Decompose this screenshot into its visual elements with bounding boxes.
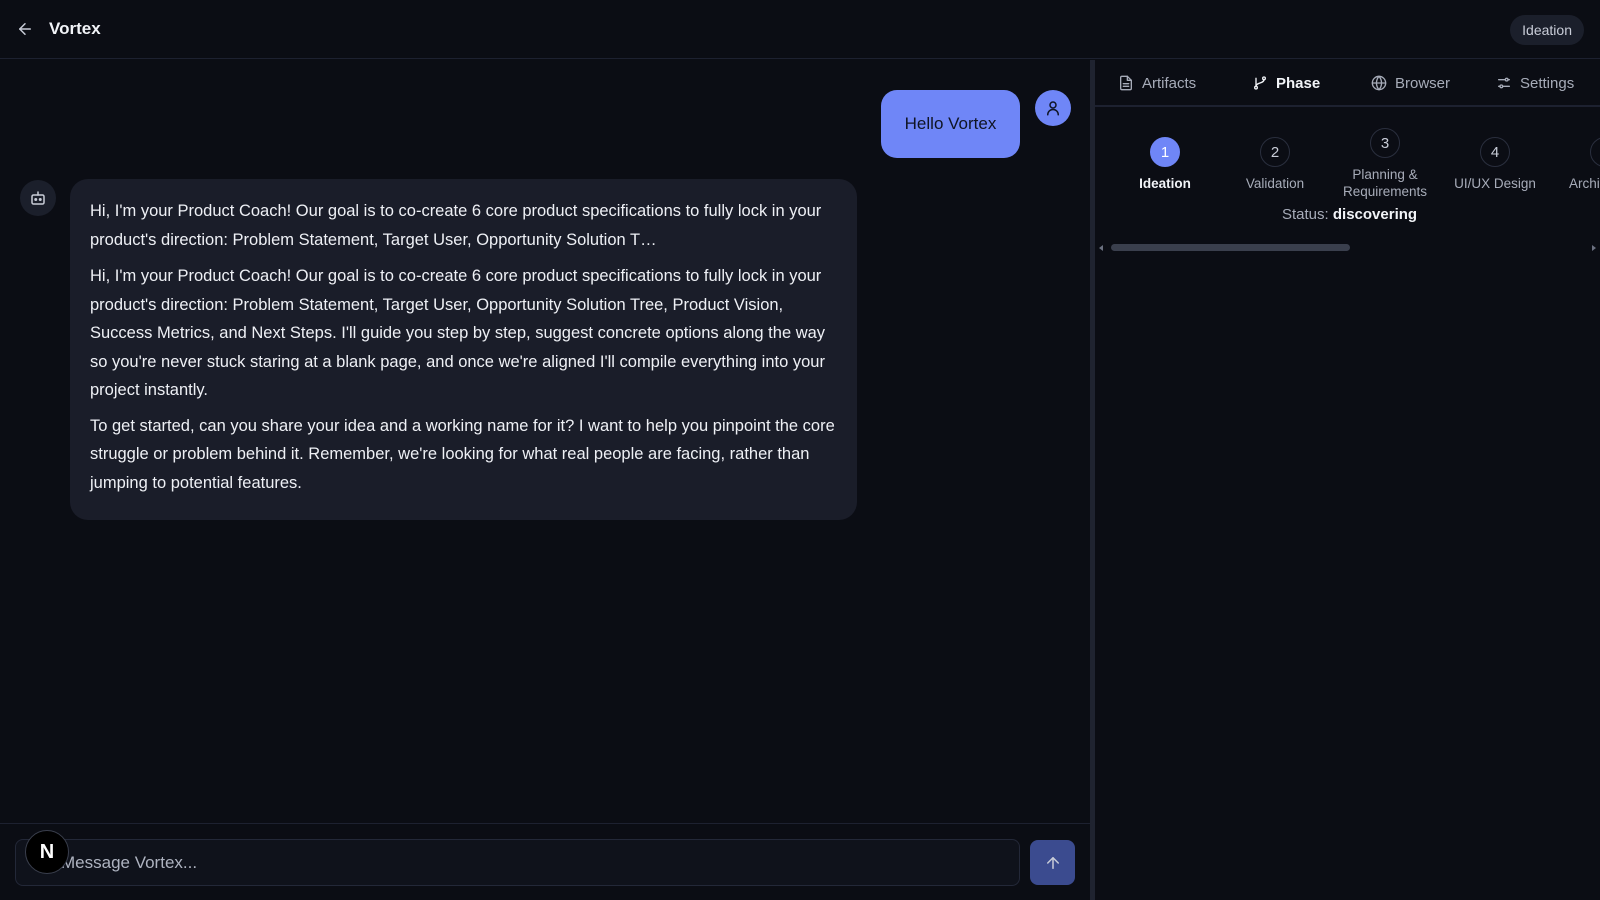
tab-label: Browser <box>1395 74 1451 92</box>
current-phase-badge: Ideation <box>1510 15 1584 45</box>
step-label: Ideation <box>1139 176 1191 191</box>
n-badge[interactable]: N <box>25 830 69 874</box>
status-label: Status: <box>1282 206 1329 223</box>
step-number: 3 <box>1370 128 1400 158</box>
side-panel: Artifacts Phase Browser Settings 1 Ideat… <box>1095 60 1600 900</box>
bot-icon <box>31 191 45 205</box>
scrollbar-thumb[interactable] <box>1111 244 1350 251</box>
phase-step-ideation[interactable]: 1 Ideation <box>1110 137 1220 192</box>
bot-message-preview: Hi, I'm your Product Coach! Our goal is … <box>90 202 822 249</box>
sliders-icon <box>1498 77 1510 89</box>
panel-tabs: Artifacts Phase Browser Settings <box>1095 60 1600 107</box>
tab-browser[interactable]: Browser <box>1371 72 1450 94</box>
scroll-left-arrow-icon[interactable] <box>1099 245 1103 251</box>
app-title: Vortex <box>49 19 101 38</box>
arrow-left-icon <box>19 23 31 35</box>
file-icon <box>1120 75 1132 91</box>
git-branch-icon <box>1254 76 1266 90</box>
horizontal-scrollbar[interactable] <box>1095 242 1600 252</box>
globe-icon <box>1371 75 1387 91</box>
bot-message-paragraph: Hi, I'm your Product Coach! Our goal is … <box>90 267 826 399</box>
user-message-bubble: Hello Vortex <box>881 90 1020 158</box>
top-bar: Vortex Ideation <box>0 0 1600 59</box>
scroll-right-arrow-icon[interactable] <box>1592 245 1596 251</box>
back-button[interactable] <box>14 18 36 40</box>
tab-artifacts[interactable]: Artifacts <box>1118 72 1196 94</box>
tab-label: Phase <box>1276 74 1321 92</box>
step-number: 2 <box>1260 137 1290 167</box>
phase-step-uiux[interactable]: 4 UI/UX Design <box>1440 137 1550 192</box>
user-avatar <box>1035 90 1071 126</box>
arrow-up-icon <box>1046 856 1059 869</box>
step-number: 5 <box>1590 137 1600 167</box>
bot-message-bubble: Hi, I'm your Product Coach! Our goal is … <box>70 179 857 520</box>
step-label: UI/UX Design <box>1454 176 1536 191</box>
tab-label: Settings <box>1520 74 1575 92</box>
message-composer <box>0 823 1090 900</box>
step-label: Architecture <box>1568 176 1600 191</box>
status-value: discovering <box>1332 206 1418 223</box>
user-icon <box>1047 101 1059 116</box>
phase-status: Status: discovering <box>1095 206 1600 223</box>
phase-step-validation[interactable]: 2 Validation <box>1220 137 1330 192</box>
tab-phase[interactable]: Phase <box>1252 72 1320 94</box>
step-label: Planning & Requirements <box>1342 167 1428 199</box>
user-message-text: Hello Vortex <box>904 114 997 133</box>
tab-settings[interactable]: Settings <box>1496 72 1574 94</box>
step-number: 4 <box>1480 137 1510 167</box>
message-input[interactable] <box>15 839 1020 886</box>
step-label: Validation <box>1245 176 1305 191</box>
tab-label: Artifacts <box>1142 74 1197 92</box>
bot-avatar <box>20 180 56 216</box>
step-number: 1 <box>1150 137 1180 167</box>
chat-thread: Hello Vortex Hi, I'm your Product Coach!… <box>0 60 1090 823</box>
phase-step-planning[interactable]: 3 Planning & Requirements <box>1330 128 1440 200</box>
phase-step-architecture[interactable]: 5 Architecture <box>1550 137 1600 192</box>
send-button[interactable] <box>1030 840 1075 885</box>
bot-message-paragraph: To get started, can you share your idea … <box>90 416 835 492</box>
